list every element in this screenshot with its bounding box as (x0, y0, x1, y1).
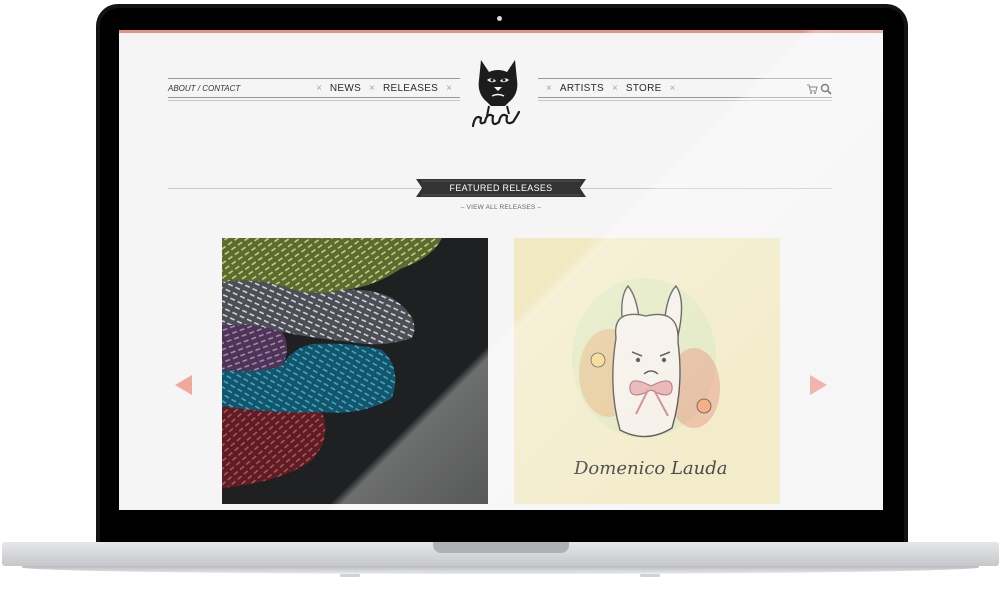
nav-news[interactable]: News (330, 83, 361, 94)
nav-about-contact[interactable]: About / Contact (168, 84, 240, 93)
top-accent-bar (119, 30, 883, 33)
laptop-base-lip (22, 566, 979, 574)
album-cover-1[interactable] (222, 238, 488, 504)
album-cover-2[interactable]: Domenico Lauda (514, 238, 780, 504)
laptop-foot (640, 574, 660, 577)
nav-separator: × (446, 82, 452, 94)
nav-separator: × (316, 82, 322, 94)
arrow-right-icon (810, 375, 827, 395)
nav-separator: × (669, 82, 676, 94)
carousel-prev-button[interactable] (175, 375, 193, 395)
view-all-releases-link[interactable]: – View all releases – (401, 204, 601, 211)
arrow-left-icon (175, 375, 192, 395)
camera-dot (497, 16, 502, 21)
featured-title: Featured Releases (449, 183, 553, 193)
laptop-foot (340, 574, 360, 577)
laptop-notch (433, 542, 569, 553)
nav-right: × Artists × Store × (538, 78, 832, 101)
nav-store[interactable]: Store (626, 83, 662, 94)
cart-icon[interactable] (806, 82, 818, 94)
screen: About / Contact × News × Releases × × Ar… (119, 30, 883, 510)
search-icon[interactable] (820, 82, 832, 95)
album-cover-script: Domenico Lauda (573, 458, 728, 479)
nav-releases[interactable]: Releases (383, 83, 438, 94)
nav-separator: × (612, 82, 618, 94)
nav-separator: × (546, 82, 552, 94)
carousel-next-button[interactable] (809, 375, 827, 395)
nav-separator: × (369, 82, 375, 94)
label-logo[interactable] (459, 56, 537, 134)
nav-artists[interactable]: Artists (560, 83, 604, 94)
nav-left: About / Contact × News × Releases × (168, 78, 460, 101)
